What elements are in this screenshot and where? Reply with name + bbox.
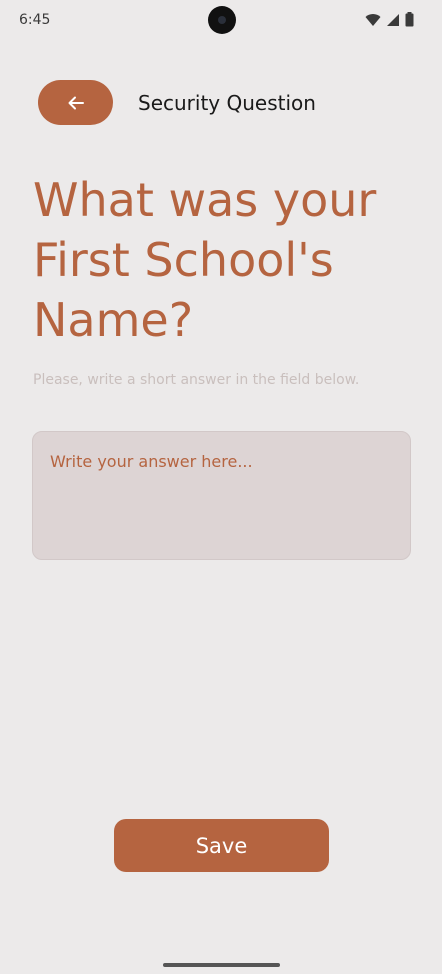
camera-cutout	[208, 6, 236, 34]
security-question: What was your First School's Name?	[33, 170, 413, 350]
question-line-2: First School's	[33, 233, 334, 287]
wifi-icon	[365, 13, 381, 26]
status-icons	[365, 12, 414, 27]
home-indicator[interactable]	[163, 963, 280, 967]
status-time: 6:45	[19, 12, 51, 28]
signal-icon	[387, 13, 399, 26]
back-button[interactable]	[38, 80, 113, 125]
battery-icon	[405, 12, 414, 27]
arrow-left-icon	[68, 96, 84, 109]
page-title: Security Question	[138, 91, 316, 115]
answer-input[interactable]	[32, 431, 411, 560]
status-bar: 6:45	[0, 0, 442, 40]
screen: 6:45 Security Question What was your Fir…	[0, 0, 442, 974]
save-button[interactable]: Save	[114, 819, 329, 872]
helper-text: Please, write a short answer in the fiel…	[33, 372, 360, 388]
question-line-3: Name?	[33, 293, 194, 347]
question-line-1: What was your	[33, 173, 377, 227]
